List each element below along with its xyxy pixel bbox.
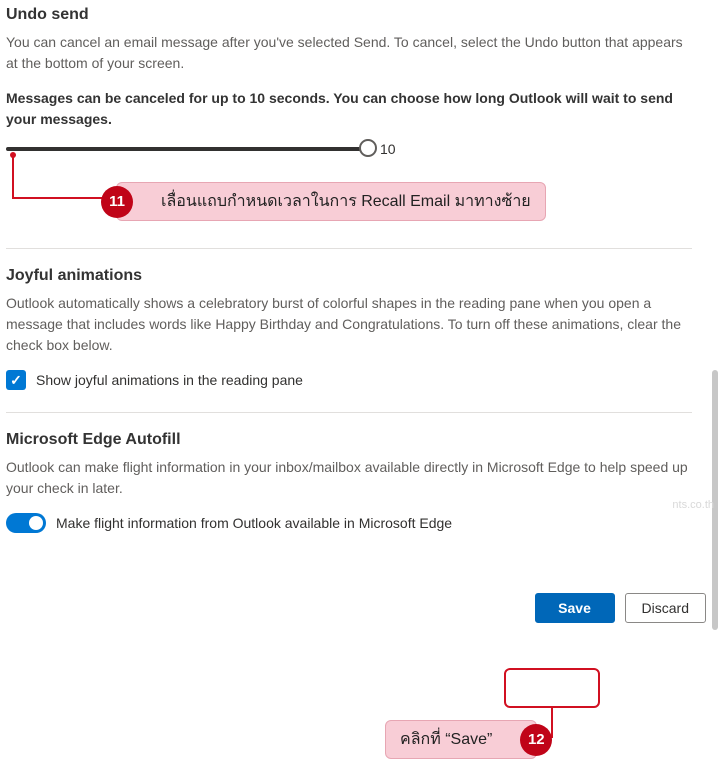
watermark: nts.co.th	[672, 499, 714, 511]
edge-autofill-toggle[interactable]	[6, 513, 46, 533]
toggle-knob	[29, 516, 43, 530]
undo-send-slider-value: 10	[380, 141, 396, 157]
checkmark-icon: ✓	[10, 372, 22, 389]
edge-autofill-desc: Outlook can make flight information in y…	[6, 457, 692, 499]
annotation-badge-12: 12	[520, 724, 552, 756]
annotation-step-12: คลิกที่ “Save” 12	[385, 720, 537, 759]
slider-thumb[interactable]	[359, 139, 377, 157]
annotation-connector-line	[12, 197, 102, 199]
undo-send-title: Undo send	[6, 6, 692, 24]
divider	[6, 248, 692, 249]
footer: Save Discard	[0, 573, 720, 623]
annotation-badge-11: 11	[101, 186, 133, 218]
divider	[6, 412, 692, 413]
undo-send-slider[interactable]	[6, 140, 368, 158]
joyful-title: Joyful animations	[6, 267, 692, 285]
undo-send-slider-label: Messages can be canceled for up to 10 se…	[6, 88, 692, 130]
annotation-save-outline	[504, 668, 600, 708]
joyful-desc: Outlook automatically shows a celebrator…	[6, 293, 692, 356]
annotation-connector-line	[12, 155, 14, 197]
edge-autofill-toggle-label: Make flight information from Outlook ava…	[56, 515, 452, 531]
save-button[interactable]: Save	[535, 593, 615, 623]
discard-button[interactable]: Discard	[625, 593, 706, 623]
slider-track	[6, 147, 368, 151]
annotation-text-11: เลื่อนแถบกำหนดเวลาในการ Recall Email มาท…	[161, 193, 531, 210]
annotation-step-11: 11 เลื่อนแถบกำหนดเวลาในการ Recall Email …	[116, 182, 546, 221]
undo-send-desc: You can cancel an email message after yo…	[6, 32, 692, 74]
joyful-checkbox[interactable]: ✓	[6, 370, 26, 390]
joyful-checkbox-label: Show joyful animations in the reading pa…	[36, 372, 303, 388]
annotation-text-12: คลิกที่ “Save”	[400, 731, 492, 748]
edge-autofill-title: Microsoft Edge Autofill	[6, 431, 692, 449]
